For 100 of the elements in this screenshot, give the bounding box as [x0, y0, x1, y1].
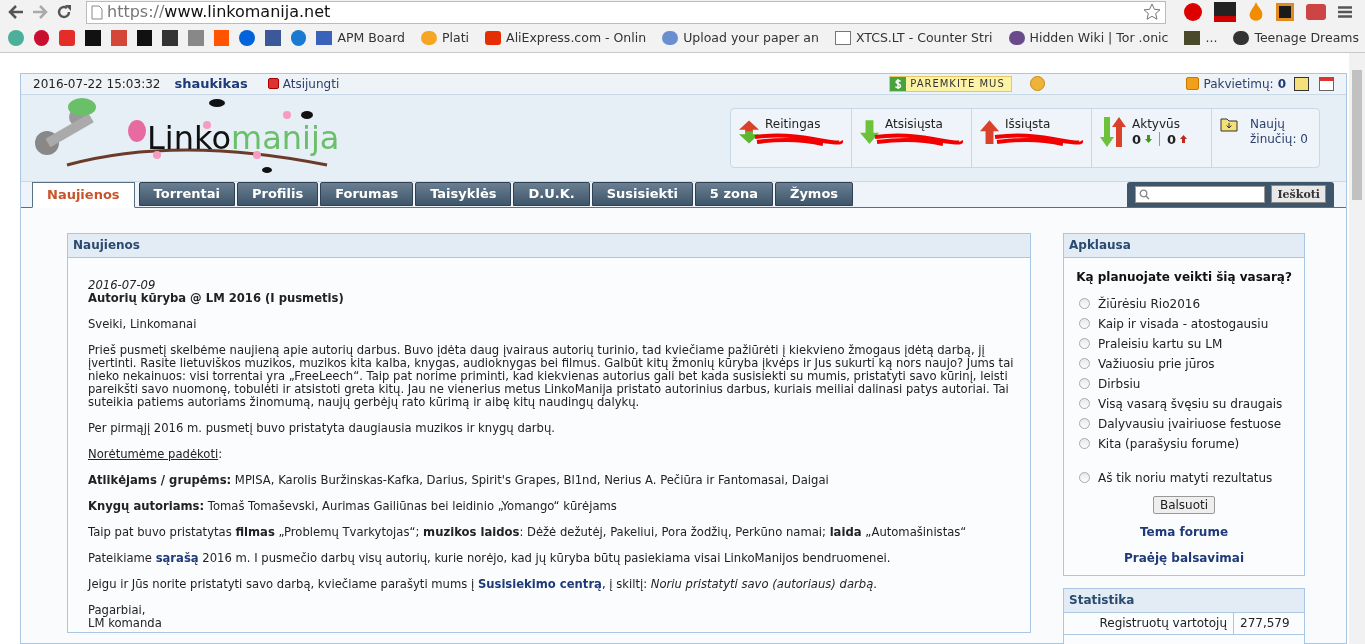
- option-label: Dalyvausiu įvairiuose festuose: [1098, 415, 1282, 433]
- radio-option[interactable]: Dalyvausiu įvairiuose festuose: [1079, 415, 1304, 432]
- poll-link[interactable]: Tema forume: [1139, 522, 1229, 541]
- radio-option[interactable]: Praleisiu kartu su LM: [1079, 335, 1304, 352]
- page-icon: [91, 4, 103, 20]
- paragraph: Atlikėjams / grupėms: MPISA, Karolis Buržinskas-Kafka, Darius, Spirit's Grapes, Bl1nd, Nerius A. Pečiūra ir Fantomasai, Daigai: [88, 473, 830, 487]
- stat-label: Registruotų vartotojų: [1064, 612, 1234, 634]
- paragraph: Norėtumėme padėkoti:: [88, 447, 224, 461]
- radio-button[interactable]: [1079, 438, 1090, 449]
- radio-button[interactable]: [1079, 318, 1090, 329]
- nav-tab[interactable]: Žymos: [774, 181, 854, 206]
- bookmark[interactable]: APM Board: [316, 28, 406, 48]
- option-label: Aš tik noriu matyti rezultatus: [1098, 469, 1273, 487]
- paragraph: Taip pat buvo pristatytas filmas „Problemų Tvarkytojas“; muzikos laidos: Dėžė dežutėj, Pakeliui, Pora žodžių, Perkūno namai; laida „Automašinistas“: [88, 525, 968, 539]
- bookmark[interactable]: AliExpress.com - Onlin: [485, 28, 647, 48]
- stat-label: Išsiųsta: [1005, 116, 1052, 132]
- reload-icon[interactable]: [56, 4, 72, 20]
- username-link[interactable]: shaukikas: [174, 74, 248, 94]
- bookmark[interactable]: XTCS.LT - Counter Stri: [834, 28, 993, 48]
- search-field[interactable]: [1135, 185, 1266, 203]
- calendar-icon[interactable]: [1319, 76, 1334, 91]
- bookmark[interactable]: Hidden Wiki | Tor .onic: [1008, 28, 1169, 48]
- option-label: Dirbsiu: [1098, 375, 1141, 393]
- logo[interactable]: Linkomanija: [27, 94, 357, 181]
- up-down-arrows-icon: [1100, 116, 1126, 147]
- down-arrow-icon: [1145, 135, 1153, 143]
- panel-title: Statistika: [1064, 588, 1304, 613]
- active-up-count: 0: [1167, 131, 1177, 147]
- radio-option[interactable]: Visą vasarą švęsiu su draugais: [1079, 395, 1304, 412]
- back-icon[interactable]: [8, 5, 24, 19]
- radio-button[interactable]: [1079, 338, 1090, 349]
- poll-question: Ką planuojate veikti šią vasarą?: [1075, 268, 1293, 286]
- extension-icon[interactable]: [1184, 3, 1202, 21]
- panel-title: Apklausa: [1064, 233, 1304, 258]
- extension-icon[interactable]: [1276, 3, 1294, 21]
- bookmark[interactable]: Plati: [421, 28, 470, 48]
- radio-button[interactable]: [1079, 418, 1090, 429]
- radio-option[interactable]: Kaip ir visada - atostogausiu: [1079, 315, 1304, 332]
- nav-tab[interactable]: D.U.K.: [513, 181, 590, 206]
- bookmark-icon[interactable]: [136, 30, 153, 46]
- news-headline: Autorių kūryba @ LM 2016 (I pusmetis): [88, 291, 345, 305]
- radio-button[interactable]: [1079, 358, 1090, 369]
- nav-tab[interactable]: 5 zona: [694, 181, 773, 206]
- radio-option[interactable]: Žiūrėsiu Rio2016: [1079, 295, 1304, 312]
- paragraph: Knygų autoriams: Tomaš Tomaševski, Aurimas Gailiūnas bei leidinio „Yomango“ kūrėjams: [88, 499, 618, 513]
- bookmark[interactable]: Upload your paper an: [662, 28, 819, 48]
- paragraph: Pateikiame sąrašą 2016 m. I pusmečio darbų visų autorių, kurie norėjo, kad jų kūryba būtų pasiekiama visai LinkoManijos bendruomenei.: [88, 551, 892, 565]
- nav-tab[interactable]: Taisyklės: [415, 181, 512, 206]
- search-icon: [1139, 188, 1151, 200]
- radio-option[interactable]: Aš tik noriu matyti rezultatus: [1079, 469, 1304, 486]
- news-date: 2016-07-09: [88, 278, 157, 292]
- option-label: Važiuosiu prie jūros: [1098, 355, 1215, 373]
- bookmark[interactable]: Teenage Dreams: [1233, 28, 1359, 48]
- search-button[interactable]: Ieškoti: [1271, 185, 1326, 203]
- stat-label: Reitingas: [765, 116, 822, 132]
- nav-tab[interactable]: Torrentai: [138, 181, 235, 206]
- stat-label: žinučių: 0: [1249, 131, 1308, 147]
- radio-option[interactable]: Kita (parašysiu forume): [1079, 435, 1304, 452]
- vote-button[interactable]: Balsuoti: [1152, 495, 1216, 514]
- stat-value: 277,579: [1239, 615, 1290, 632]
- flame-icon[interactable]: [1248, 2, 1264, 22]
- address-bar[interactable]: https://www.linkomanija.net: [86, 0, 1166, 24]
- option-label: Visą vasarą švęsiu su draugais: [1098, 395, 1283, 413]
- radio-button[interactable]: [1079, 298, 1090, 309]
- donate-button[interactable]: PAREMKITE MUS: [889, 75, 1012, 92]
- radio-option[interactable]: Dirbsiu: [1079, 375, 1304, 392]
- up-arrow-icon: [1180, 135, 1188, 143]
- menu-icon[interactable]: [1338, 6, 1352, 18]
- option-label: Žiūrėsiu Rio2016: [1098, 295, 1201, 313]
- forward-icon[interactable]: [32, 5, 48, 19]
- paragraph: Prieš pusmetį skelbėme naujieną apie autorių darbus. Buvo įdėta daug įvairaus autorių turinio, tad kviečiame pažiūrėti į kiekvieno žmogaus įdėtą darbą, jį įvertinti. Rasite lietuviškos muzikos, muzikos kita kalba, knygas, audioknygas bei filmus. Galbūt kitų žmonių kūryba įkvėps ir Jus sukurti ką nors naujo? Jums tai nieko nekainuos: visi torrentai yra „FreeLeech“. Taip pat norime priminti, kad kiekvienas autorius gali bet kada susisiekti su mumis, pristatyti savo kūrinį, leisti pareikšti savo nuomonę, tobulėti ir atsistoti greta kitų. Jau ne vienerius metus LinkoManija pristato autorinius darbus, kuriais meiliai dalinasi patys autoriai. Tai suteikia patiems autoriams žinomumą, naujų gerbėjų rato kūrimą ir aibę kitų naudingų dalykų.: [88, 343, 1015, 409]
- extension-icon[interactable]: [1214, 2, 1236, 22]
- folder-icon: [1220, 116, 1238, 132]
- nav-tab[interactable]: Susisiekti: [591, 181, 693, 206]
- invites-label: Pakvietimų:: [1203, 75, 1274, 93]
- dollar-icon: [890, 76, 907, 91]
- radio-button[interactable]: [1079, 378, 1090, 389]
- link[interactable]: sąrašą: [155, 550, 199, 565]
- option-label: Kita (parašysiu forume): [1098, 435, 1240, 453]
- paragraph: Pagarbiai, LM komanda: [88, 603, 163, 630]
- radio-option[interactable]: Važiuosiu prie jūros: [1079, 355, 1304, 372]
- nav-tab[interactable]: Forumas: [320, 181, 414, 206]
- date-time: 2016-07-22 15:03:32: [33, 75, 161, 93]
- star-icon[interactable]: [1143, 3, 1161, 21]
- logout-link[interactable]: Atsijungti: [282, 74, 340, 93]
- paragraph: Sveiki, Linkomanai: [88, 317, 198, 331]
- option-label: Praleisiu kartu su LM: [1098, 335, 1223, 353]
- link[interactable]: Susisiekimo centrą: [477, 576, 602, 591]
- poll-link[interactable]: Praėję balsavimai: [1123, 548, 1245, 567]
- active-down-count: 0: [1132, 131, 1142, 147]
- nav-tab[interactable]: Profilis: [237, 181, 319, 206]
- stat-label: Aktyvūs: [1132, 116, 1181, 132]
- paragraph: Per pirmąjį 2016 m. pusmetį buvo pristatyta daugiausia muzikos ir knygų darbų.: [88, 421, 557, 435]
- paragraph: Jeigu ir Jūs norite pristatyti savo darbą, kviečiame parašyti mums į Susisiekimo centrą, į skiltį: Noriu pristatyti savo (autoriaus) darbą.: [88, 577, 878, 591]
- radio-button[interactable]: [1079, 472, 1090, 483]
- radio-button[interactable]: [1079, 398, 1090, 409]
- scrollbar[interactable]: [1349, 53, 1365, 644]
- nav-tab[interactable]: Naujienos: [32, 181, 135, 208]
- stat-label: Naujų: [1249, 116, 1286, 132]
- bookmark[interactable]: ...: [1184, 28, 1218, 48]
